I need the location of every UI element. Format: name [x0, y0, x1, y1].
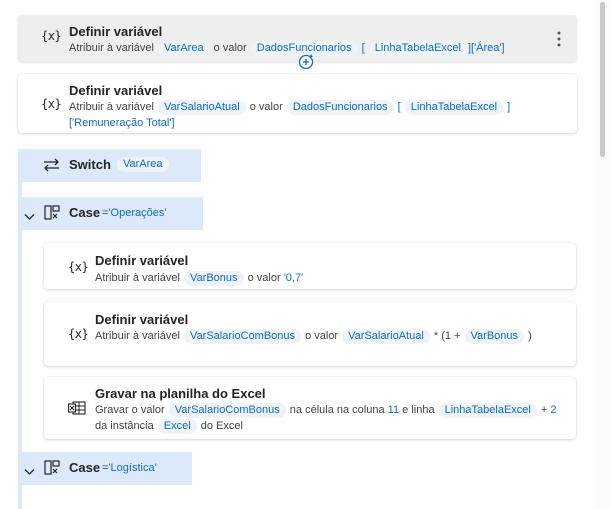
switch-icon	[43, 158, 60, 177]
action-description: Atribuir à variável VarSalarioAtual o va…	[69, 100, 511, 129]
action-title: Definir variável	[95, 312, 189, 327]
variable-icon: {x}	[41, 97, 62, 111]
case-label: Case	[69, 460, 101, 475]
action-description: Atribuir à variável VarBonus o valor '0,…	[95, 271, 304, 286]
case-label: Case	[69, 205, 101, 220]
case-icon	[44, 460, 61, 481]
excel-write-icon	[67, 401, 86, 420]
more-options-icon[interactable]	[557, 31, 561, 47]
variable-token: Excel	[157, 419, 197, 434]
variable-token: VarSalarioAtual	[342, 329, 430, 344]
variable-token: LinhaTabelaExcel	[404, 100, 504, 115]
case-value: 'Logística'	[108, 462, 157, 474]
action-title: Definir variável	[95, 253, 189, 268]
variable-token: VarSalarioAtual	[158, 100, 246, 115]
variable-token: DadosFuncionarios	[286, 100, 394, 115]
variable-token: LinhaTabelaExcel	[368, 41, 467, 56]
action-description: Gravar o valor VarSalarioComBonus na cél…	[95, 403, 557, 434]
case-block-operacoes[interactable]: Case ='Operações'	[18, 197, 203, 230]
variable-token: VarArea	[117, 157, 169, 172]
chevron-down-icon[interactable]	[24, 208, 35, 226]
switch-label: Switch	[69, 157, 111, 172]
variable-token: VarBonus	[464, 329, 525, 344]
action-description: Atribuir à variável VarSalarioComBonus o…	[95, 329, 532, 344]
chevron-down-icon[interactable]	[24, 463, 35, 481]
vertical-scrollbar[interactable]	[596, 0, 610, 509]
case-branch-line	[18, 230, 22, 450]
action-set-variable-salary-bonus[interactable]: {x} Definir variável Atribuir à variável…	[44, 302, 576, 366]
case-icon	[44, 205, 61, 226]
variable-token: VarSalarioComBonus	[168, 403, 286, 418]
variable-token: VarArea	[158, 41, 210, 56]
variable-icon: {x}	[41, 29, 62, 43]
literal-value: '0,7'	[283, 272, 304, 284]
scrollbar-thumb[interactable]	[600, 2, 605, 157]
add-action-icon[interactable]	[298, 53, 314, 70]
variable-token: LinhaTabelaExcel	[438, 403, 537, 418]
variable-token: VarSalarioComBonus	[184, 329, 302, 344]
action-title: Definir variável	[69, 24, 163, 39]
action-title: Gravar na planilha do Excel	[95, 386, 266, 401]
action-title: Definir variável	[69, 83, 163, 98]
action-set-variable-salary[interactable]: {x} Definir variável Atribuir à variável…	[18, 74, 577, 133]
variable-icon: {x}	[68, 327, 89, 341]
action-description: Atribuir à variável VarArea o valor Dado…	[69, 41, 505, 56]
case-branch-line	[18, 485, 22, 509]
action-write-excel[interactable]: Gravar na planilha do Excel Gravar o val…	[44, 377, 576, 439]
case-value: 'Operações'	[108, 207, 167, 219]
switch-block[interactable]: Switch VarArea	[18, 149, 201, 182]
variable-token: VarBonus	[184, 271, 244, 286]
flow-designer-canvas: {x} Definir variável Atribuir à variável…	[0, 0, 596, 509]
variable-icon: {x}	[68, 260, 89, 274]
case-block-logistica[interactable]: Case ='Logística'	[18, 452, 192, 485]
action-set-variable-bonus[interactable]: {x} Definir variável Atribuir à variável…	[44, 243, 576, 289]
